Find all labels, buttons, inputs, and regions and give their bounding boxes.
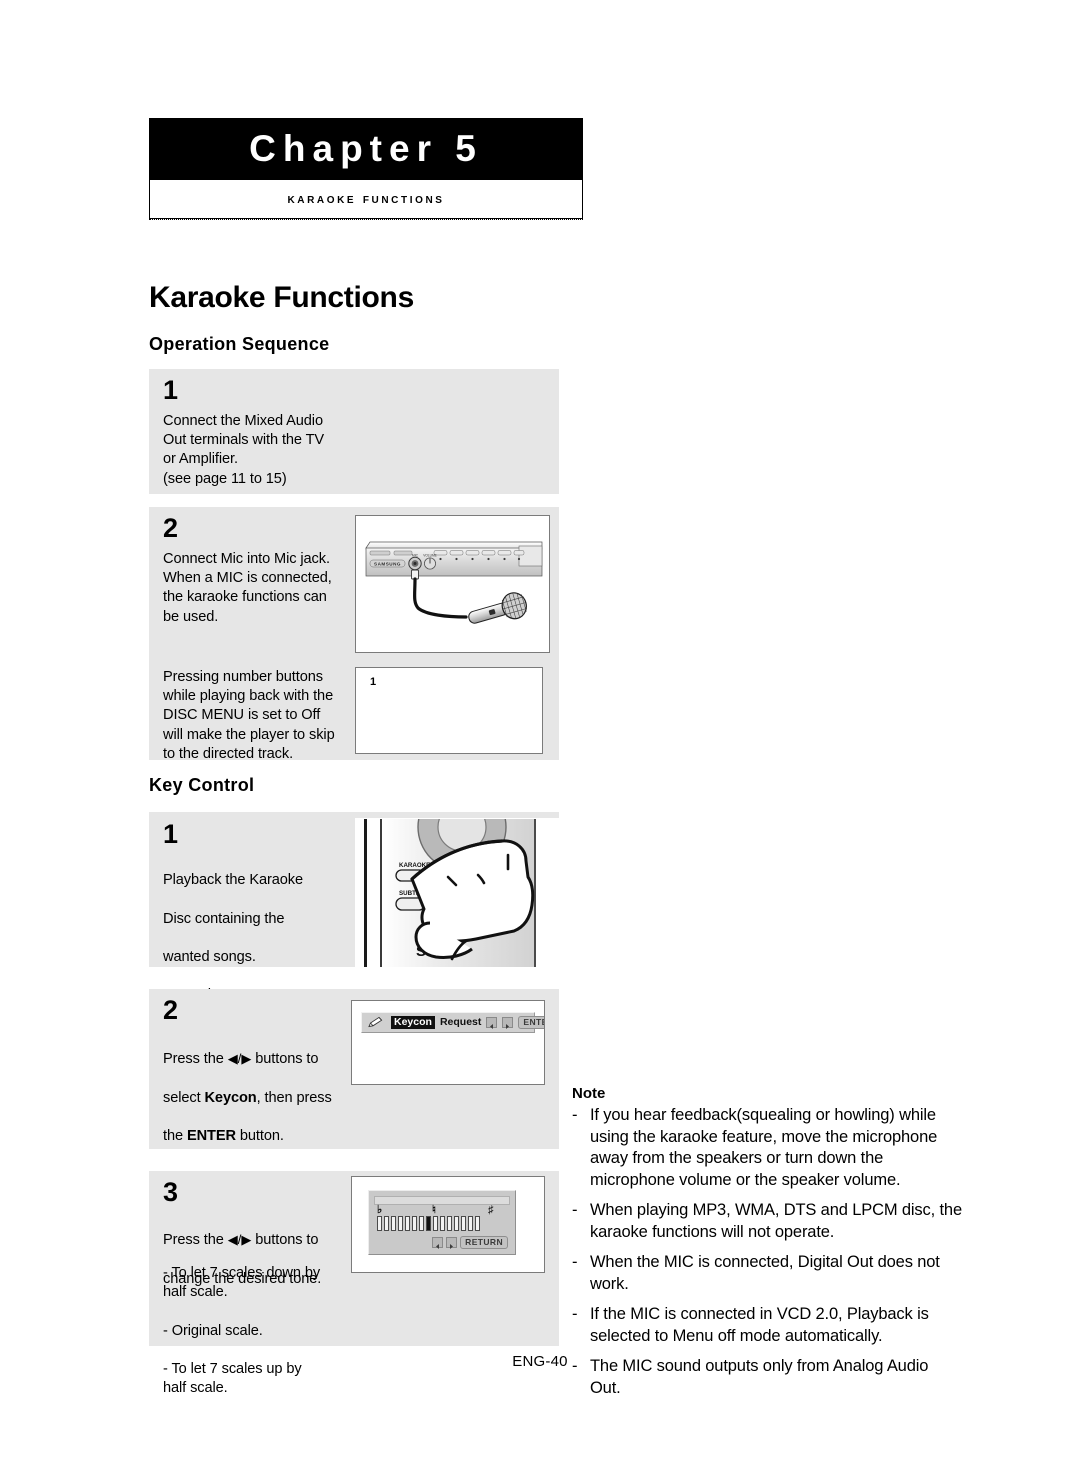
page-title: Karaoke Functions	[149, 281, 414, 314]
key-scale-bar[interactable]	[475, 1216, 480, 1231]
kc1-line2: Disc containing the	[163, 910, 285, 927]
kc2-arrow-icons: ◀/▶	[227, 1051, 252, 1067]
key-scale-bar[interactable]	[377, 1216, 382, 1231]
key-scale-bar[interactable]	[412, 1216, 417, 1231]
note-item: - When the MIC is connected, Digital Out…	[572, 1252, 962, 1295]
note-item-text: If the MIC is connected in VCD 2.0, Play…	[590, 1305, 929, 1345]
samsung-brand-label: SAMSUNG	[374, 562, 401, 567]
operation-step-2-text: Connect Mic into Mic jack. When a MIC is…	[163, 551, 332, 625]
kc3-bullet-2: - Original scale.	[163, 1322, 263, 1339]
note-item-text: When the MIC is connected, Digital Out d…	[590, 1253, 940, 1293]
keycon-selected-label[interactable]: Keycon	[391, 1016, 435, 1029]
key-scale-bar[interactable]	[440, 1216, 445, 1231]
chapter-number-label: Chapter 5	[249, 128, 483, 169]
chapter-number-bar: Chapter 5	[149, 118, 583, 180]
operation-step-1-text: Connect the Mixed Audio Out terminals wi…	[163, 413, 325, 487]
chapter-header: Chapter 5 Karaoke Functions	[149, 118, 583, 219]
footer-page-number: ENG-40	[512, 1353, 568, 1370]
kc2-line3a: the	[163, 1128, 187, 1145]
key-control-step-2-number: 2	[163, 995, 179, 1025]
figure-remote-control: KARAOKE SUBTITLE AUDIO ANGLE REPEAT SAM	[355, 818, 562, 968]
key-control-step-3-number: 3	[163, 1177, 179, 1207]
key-scale-bar[interactable]	[447, 1216, 452, 1231]
key-scale-bar[interactable]	[419, 1216, 424, 1231]
note-dash: -	[572, 1253, 578, 1271]
note-title: Note	[572, 1085, 606, 1102]
note-dash: -	[572, 1201, 578, 1219]
remote-control-illustration: KARAOKE SUBTITLE AUDIO ANGLE REPEAT SAM	[356, 819, 561, 967]
right-arrow-icon[interactable]	[502, 1017, 514, 1029]
note-item-text: If you hear feedback(squealing or howlin…	[590, 1106, 938, 1189]
kc2-line3b: button.	[235, 1128, 284, 1145]
request-label[interactable]: Request	[440, 1017, 481, 1028]
key-scale-note-marks: ♭ ♮ ♯	[377, 1205, 507, 1216]
figure-blank-track-box: 1	[355, 667, 543, 754]
key-scale-bar[interactable]	[461, 1216, 466, 1231]
flat-mark: ♭	[377, 1204, 383, 1216]
note-item: - If the MIC is connected in VCD 2.0, Pl…	[572, 1304, 962, 1347]
note-item: - If you hear feedback(squealing or howl…	[572, 1105, 962, 1191]
key-scale-bar[interactable]	[454, 1216, 459, 1231]
sharp-mark: ♯	[488, 1204, 494, 1216]
left-arrow-icon[interactable]	[486, 1017, 498, 1029]
key-scale-bars[interactable]	[377, 1216, 480, 1231]
volume-knob-label: VOLUME	[423, 554, 436, 558]
mic-connection-illustration: SAMSUNG MIC VOLUME	[365, 541, 543, 624]
keycon-osd-bar: Keycon Request ENTER	[361, 1012, 544, 1033]
kc2-emphasis-keycon: Keycon	[204, 1089, 257, 1106]
figure-key-scale-osd: ♭ ♮ ♯ RETURN	[351, 1176, 545, 1273]
note-item: - When playing MP3, WMA, DTS and LPCM di…	[572, 1200, 962, 1243]
return-button[interactable]: RETURN	[460, 1236, 508, 1249]
key-scale-bar[interactable]	[398, 1216, 403, 1231]
key-scale-bar[interactable]	[426, 1216, 431, 1231]
operation-step-1-number: 1	[163, 375, 179, 405]
kc2-line2b: , then press	[256, 1089, 332, 1106]
key-control-step-1-number: 1	[163, 819, 179, 849]
kc3-bullet-1: - To let 7 scales down by half scale.	[163, 1265, 321, 1301]
key-control-step-2-text: Press the ◀/▶ buttons to select Keycon, …	[163, 1030, 363, 1146]
chapter-subtitle-box: Karaoke Functions	[149, 180, 583, 219]
key-scale-bar[interactable]	[405, 1216, 410, 1231]
key-scale-buttons: RETURN	[432, 1236, 508, 1249]
kc2-emphasis-enter: ENTER	[186, 1128, 236, 1145]
kc1-line3: wanted songs.	[163, 949, 256, 966]
operation-step-2-number: 2	[163, 513, 179, 543]
scale-right-arrow-icon[interactable]	[446, 1237, 458, 1249]
note-dash: -	[572, 1106, 578, 1124]
section-heading-key-control: Key Control	[149, 775, 255, 795]
natural-mark: ♮	[432, 1204, 436, 1216]
section-heading-operation-sequence: Operation Sequence	[149, 334, 330, 354]
note-item-text: When playing MP3, WMA, DTS and LPCM disc…	[590, 1201, 962, 1241]
pencil-icon	[366, 1016, 386, 1029]
figure-keycon-osd: Keycon Request ENTER	[351, 1000, 545, 1085]
enter-button[interactable]: ENTER	[518, 1016, 544, 1029]
figure-blank-track-number: 1	[370, 676, 377, 688]
kc2-line1a: Press the	[163, 1051, 228, 1068]
key-scale-panel: ♭ ♮ ♯ RETURN	[368, 1190, 516, 1255]
key-scale-bar[interactable]	[433, 1216, 438, 1231]
note-dash: -	[572, 1305, 578, 1323]
key-scale-bar[interactable]	[468, 1216, 473, 1231]
key-control-step-3-bullets: - To let 7 scales down by half scale. - …	[163, 1245, 373, 1418]
figure-mic-connection: SAMSUNG MIC VOLUME	[355, 515, 550, 653]
kc1-line1: Playback the Karaoke	[163, 872, 303, 889]
kc2-line1b: buttons to	[251, 1051, 319, 1068]
operation-step-2-note-text: Pressing number buttons while playing ba…	[163, 669, 335, 762]
scale-left-arrow-icon[interactable]	[432, 1237, 444, 1249]
key-scale-bar[interactable]	[391, 1216, 396, 1231]
kc2-line2a: select	[163, 1089, 205, 1106]
chapter-subtitle-label: Karaoke Functions	[287, 191, 445, 207]
header-dotted-divider	[149, 219, 583, 220]
key-scale-bar[interactable]	[384, 1216, 389, 1231]
